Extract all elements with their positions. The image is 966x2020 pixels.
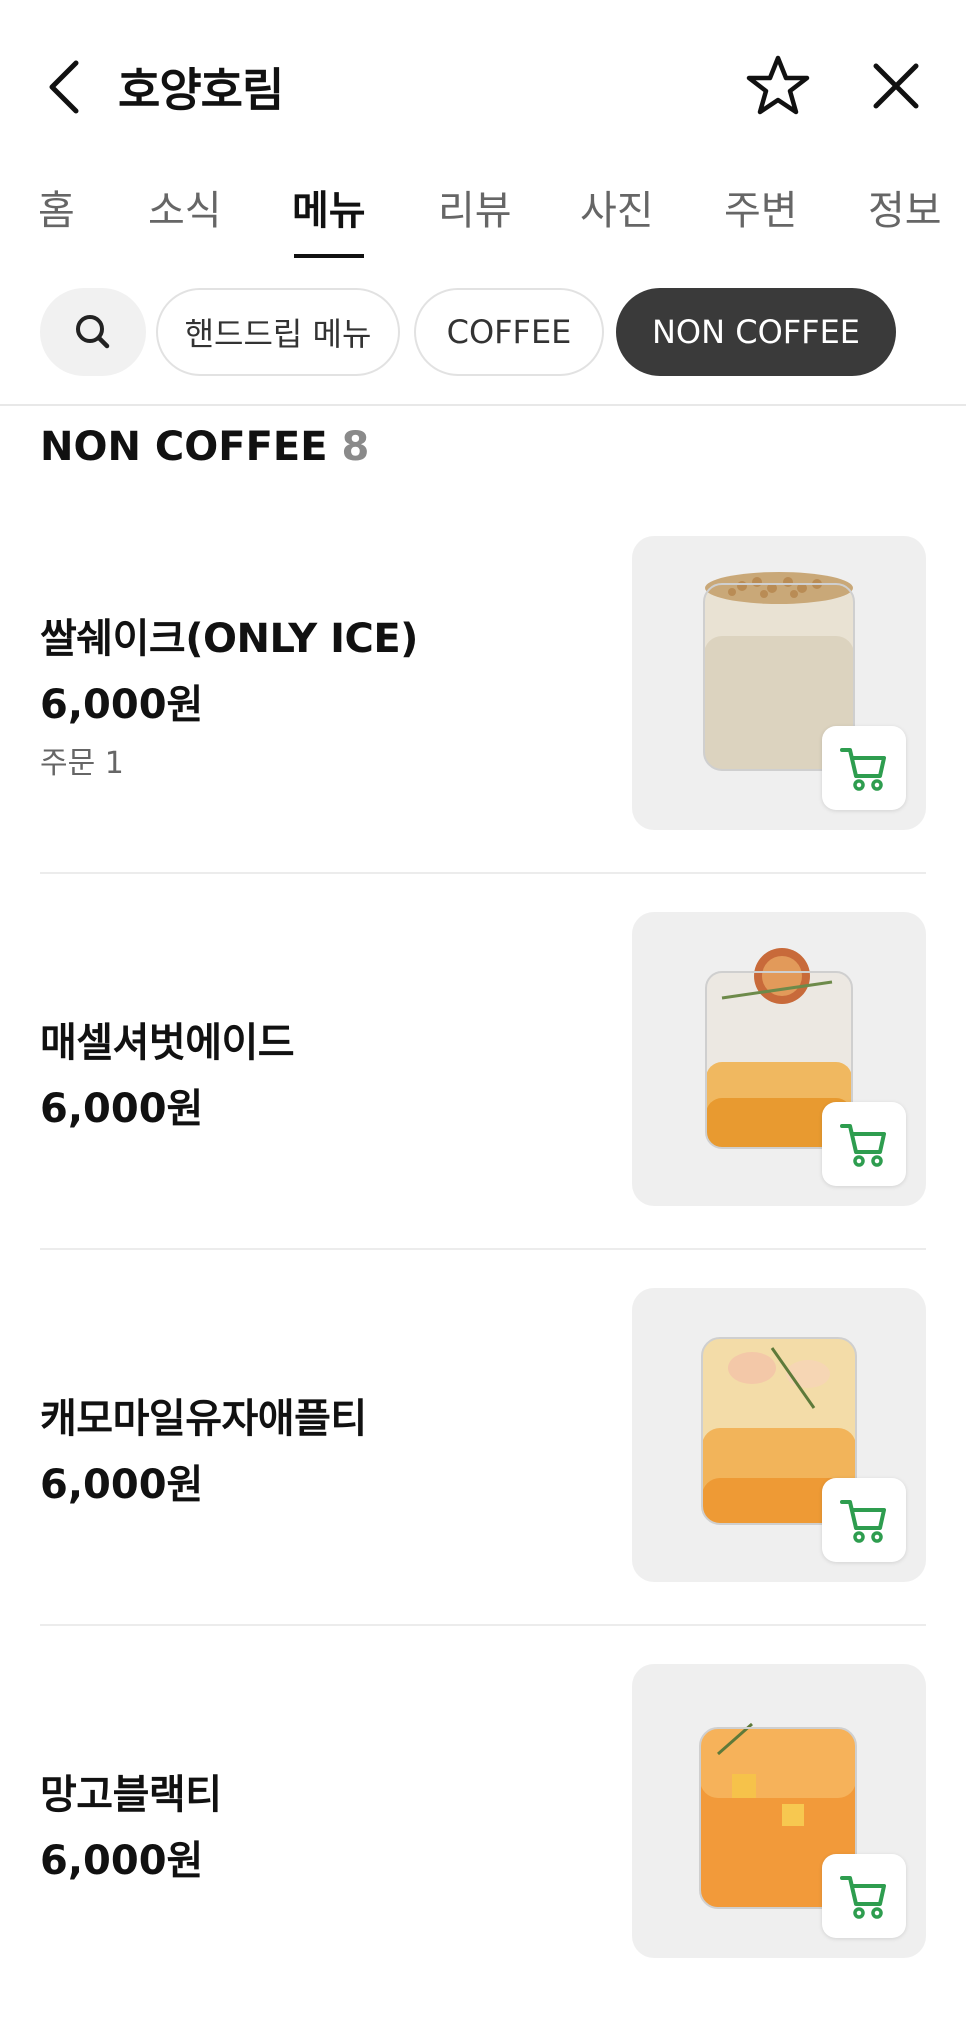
menu-item-price: 6,000원 — [40, 1462, 204, 1508]
tab-review[interactable]: 리뷰 — [438, 178, 512, 236]
add-to-cart-button[interactable] — [822, 1102, 906, 1186]
tab-news[interactable]: 소식 — [148, 178, 222, 236]
menu-item[interactable]: 매셀셔벗에이드 6,000원 — [0, 892, 966, 1268]
tab-info[interactable]: 정보 — [868, 178, 942, 236]
filter-chip-non-coffee[interactable]: NON COFFEE — [616, 288, 896, 376]
menu-item-price: 6,000원 — [40, 1838, 204, 1884]
menu-search-button[interactable] — [40, 288, 146, 376]
menu-item-name: 캐모마일유자애플티 — [40, 1396, 367, 1442]
menu-item[interactable]: 쌀쉐이크(ONLY ICE) 6,000원 주문 1 — [0, 516, 966, 892]
add-to-cart-button[interactable] — [822, 1478, 906, 1562]
menu-item-photo[interactable] — [632, 1664, 926, 1958]
tab-nearby[interactable]: 주변 — [724, 178, 798, 236]
tab-home[interactable]: 홈 — [38, 178, 75, 236]
item-divider — [40, 1248, 926, 1250]
section-title: NON COFFEE — [40, 424, 328, 470]
cart-icon — [840, 1876, 886, 1919]
divider — [0, 404, 966, 406]
filter-chip-coffee[interactable]: COFFEE — [414, 288, 604, 376]
back-button[interactable] — [40, 55, 90, 119]
menu-item-photo[interactable] — [632, 912, 926, 1206]
menu-item-name: 매셀셔벗에이드 — [40, 1020, 295, 1066]
menu-item-name: 망고블랙티 — [40, 1772, 222, 1818]
page-title: 호양호림 — [118, 63, 284, 117]
menu-item[interactable]: 망고블랙티 6,000원 — [0, 1644, 966, 2020]
tab-bar: 홈 소식 메뉴 리뷰 사진 주변 정보 — [0, 170, 966, 262]
close-icon — [873, 63, 919, 109]
menu-filter-bar: 핸드드립 메뉴 COFFEE NON COFFEE — [0, 282, 966, 382]
cart-icon — [840, 1500, 886, 1543]
menu-item-price: 6,000원 — [40, 682, 204, 728]
active-tab-indicator — [294, 254, 364, 258]
close-button[interactable] — [866, 56, 926, 116]
menu-item-order-count: 주문 1 — [40, 746, 124, 781]
cart-icon — [840, 748, 886, 791]
chevron-left-icon — [49, 60, 79, 114]
cart-icon — [840, 1124, 886, 1167]
menu-item-price: 6,000원 — [40, 1086, 204, 1132]
filter-chip-handdrip[interactable]: 핸드드립 메뉴 — [156, 288, 400, 376]
search-icon — [76, 315, 110, 349]
favorite-button[interactable] — [744, 52, 812, 120]
item-divider — [40, 1624, 926, 1626]
top-bar: 호양호림 — [0, 0, 966, 170]
tab-menu[interactable]: 메뉴 — [292, 178, 366, 236]
add-to-cart-button[interactable] — [822, 726, 906, 810]
item-divider — [40, 872, 926, 874]
add-to-cart-button[interactable] — [822, 1854, 906, 1938]
menu-item[interactable]: 캐모마일유자애플티 6,000원 — [0, 1268, 966, 1644]
section-heading: NON COFFEE 8 — [40, 424, 369, 470]
section-count: 8 — [341, 424, 370, 470]
menu-item-name: 쌀쉐이크(ONLY ICE) — [40, 616, 418, 662]
menu-item-photo[interactable] — [632, 536, 926, 830]
tab-photo[interactable]: 사진 — [580, 178, 654, 236]
menu-item-photo[interactable] — [632, 1288, 926, 1582]
star-icon — [746, 55, 810, 115]
